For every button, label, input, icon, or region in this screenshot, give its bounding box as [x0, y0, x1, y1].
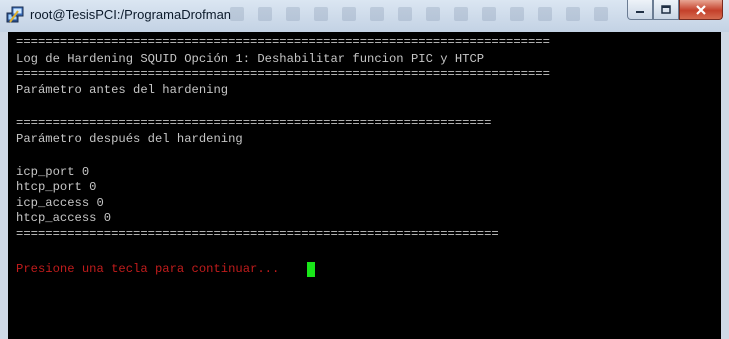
window-title: root@TesisPCI:/ProgramaDrofman: [30, 7, 232, 22]
putty-icon[interactable]: [6, 6, 24, 24]
continue-prompt: Presione una tecla para continuar...: [16, 262, 280, 276]
minimize-button[interactable]: [627, 0, 653, 20]
param-line: icp_access 0: [16, 196, 104, 210]
background-toolbar: [230, 6, 635, 24]
before-hardening-label: Parámetro antes del hardening: [16, 83, 229, 97]
param-line: htcp_access 0: [16, 211, 112, 225]
terminal-screen[interactable]: ========================================…: [8, 32, 721, 339]
separator-line: ========================================…: [16, 116, 492, 130]
param-line: htcp_port 0: [16, 180, 97, 194]
terminal-window: root@TesisPCI:/ProgramaDrofman =========…: [0, 0, 729, 339]
separator-line: ========================================…: [16, 35, 550, 49]
close-button[interactable]: [679, 0, 723, 20]
maximize-button[interactable]: [653, 0, 679, 20]
param-line: icp_port 0: [16, 165, 90, 179]
title-bar[interactable]: root@TesisPCI:/ProgramaDrofman: [0, 0, 729, 32]
after-hardening-label: Parámetro después del hardening: [16, 132, 243, 146]
minimize-icon: [636, 10, 644, 13]
log-title: Log de Hardening SQUID Opción 1: Deshabi…: [16, 52, 485, 66]
separator-line: ========================================…: [16, 67, 550, 81]
close-icon: [696, 4, 706, 15]
text-cursor: [307, 262, 315, 277]
maximize-icon: [661, 4, 671, 14]
window-controls: [627, 0, 723, 22]
separator-line: ========================================…: [16, 227, 499, 241]
